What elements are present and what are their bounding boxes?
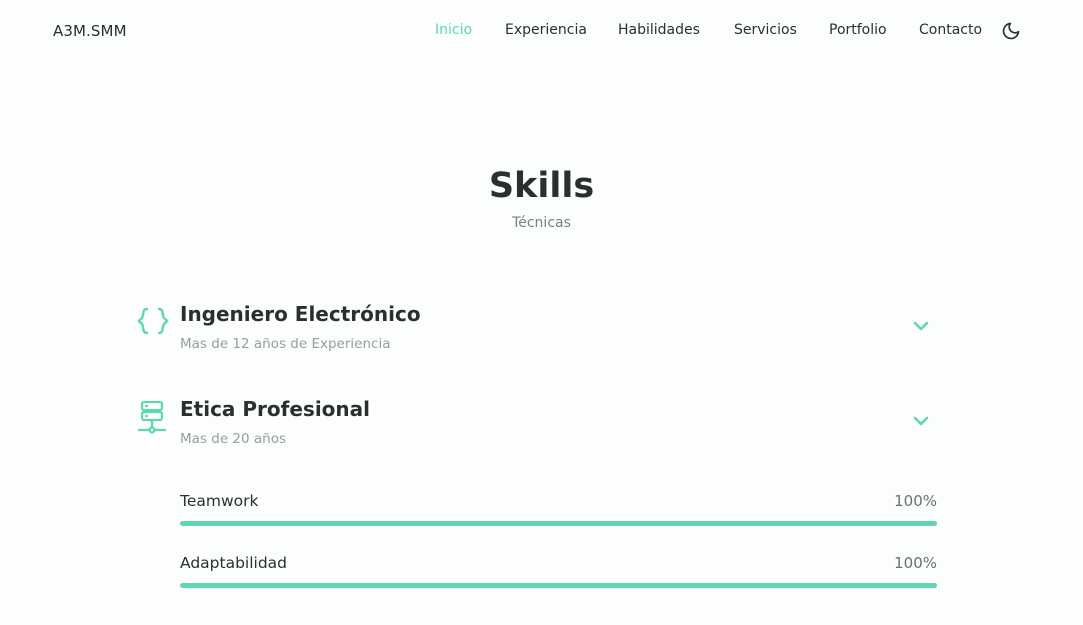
skill-group-ingeniero[interactable]: Ingeniero Electrónico Mas de 12 años de … xyxy=(136,302,946,362)
skill-bar-teamwork: Teamwork 100% xyxy=(180,492,937,532)
moon-icon[interactable] xyxy=(1001,21,1021,41)
section-subtitle: Técnicas xyxy=(512,215,571,231)
skill-bar-percent: 100% xyxy=(894,554,937,572)
server-network-icon xyxy=(136,399,170,434)
nav-link-portfolio[interactable]: Portfolio xyxy=(829,22,887,38)
chevron-down-icon[interactable] xyxy=(910,410,932,432)
skill-bar-track xyxy=(180,583,937,588)
skill-group-subtitle: Mas de 20 años xyxy=(180,431,287,447)
nav-link-habilidades[interactable]: Habilidades xyxy=(618,22,700,38)
skill-bar-percent: 100% xyxy=(894,492,937,510)
skill-bar-label: Adaptabilidad xyxy=(180,554,288,572)
section-title: Skills xyxy=(488,166,595,206)
code-braces-icon xyxy=(136,304,170,338)
nav-link-servicios[interactable]: Servicios xyxy=(734,22,797,38)
nav-link-inicio[interactable]: Inicio xyxy=(435,22,472,38)
nav-link-experiencia[interactable]: Experiencia xyxy=(505,22,587,38)
nav-link-contacto[interactable]: Contacto xyxy=(919,22,982,38)
skill-group-etica[interactable]: Etica Profesional Mas de 20 años xyxy=(136,397,946,457)
skill-group-title: Ingeniero Electrónico xyxy=(180,302,421,326)
skill-bar-label: Teamwork xyxy=(180,492,259,510)
header: A3M.SMM Inicio Experiencia Habilidades S… xyxy=(0,0,1083,62)
chevron-down-icon[interactable] xyxy=(910,315,932,337)
skill-bar-fill xyxy=(180,521,937,526)
skill-group-subtitle: Mas de 12 años de Experiencia xyxy=(180,336,391,352)
main-nav: Inicio Experiencia Habilidades Servicios… xyxy=(0,22,1083,42)
skill-bar-fill xyxy=(180,583,937,588)
skill-bar-adaptabilidad: Adaptabilidad 100% xyxy=(180,554,937,594)
skill-group-title: Etica Profesional xyxy=(180,397,371,421)
skill-bar-track xyxy=(180,521,937,526)
